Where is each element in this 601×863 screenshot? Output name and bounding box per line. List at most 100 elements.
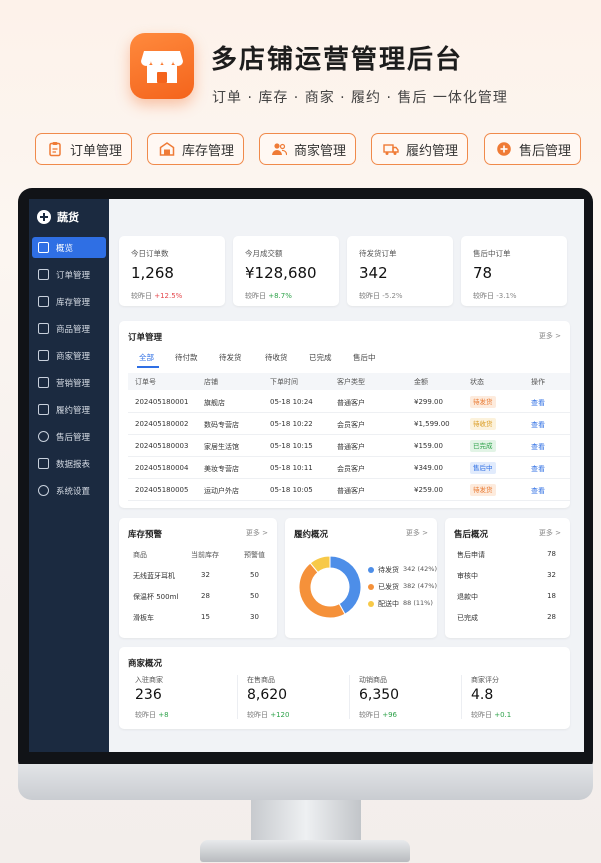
merchant-stat-value: 6,350 [359,687,400,703]
stat-value: 78 [473,264,493,282]
sidebar-item-orders[interactable]: 订单管理 [32,264,106,285]
legend-label: 待发货 [378,566,399,574]
home-icon [38,242,49,253]
feature-chip-inventory[interactable]: 库存管理 [147,133,244,165]
legend-swatch [368,601,374,607]
column-header: 当前库存 [191,551,219,559]
stat-compare: 较昨日 +12.5% [131,292,183,300]
column-header: 店铺 [204,378,218,386]
tab-after-sales[interactable]: 售后中 [353,352,376,363]
column-header: 状态 [470,378,484,386]
sidebar: 蔬货 概览 订单管理 库存管理 商品管理 商家管理 营销管理 履约管理 售后管理… [29,199,109,752]
order-time: 05-18 10:05 [270,486,313,494]
view-order-link[interactable]: 查看 [531,442,545,452]
feature-chip-after-sales[interactable]: 售后管理 [484,133,581,165]
users-icon [38,350,49,361]
view-order-link[interactable]: 查看 [531,464,545,474]
table-row[interactable]: 202405180001 旗舰店 05-18 10:24 普通客户 ¥299.00 待发货… [128,391,570,413]
legend-swatch [368,584,374,590]
feature-chip-label: 履约管理 [406,143,459,159]
sidebar-item-products[interactable]: 商品管理 [32,318,106,339]
view-order-link[interactable]: 查看 [531,486,545,496]
stat-compare: 较昨日 -3.1% [473,292,517,300]
order-time: 05-18 10:24 [270,398,313,406]
fulfillment-more-link[interactable]: 更多 > [406,528,428,538]
after-sales-value: 18 [547,592,556,600]
orders-more-link[interactable]: 更多 > [539,331,561,341]
feature-chip-label: 售后管理 [519,143,572,159]
feature-chip-label: 订单管理 [70,143,123,159]
order-amount: ¥259.00 [414,486,443,494]
store-logo-icon [130,33,194,99]
inventory-item-name: 无线蓝牙耳机 [133,572,175,580]
after-sales-label: 审核中 [457,572,478,580]
sidebar-brand[interactable]: 蔬货 [37,207,79,227]
feature-chip-label: 库存管理 [182,143,235,159]
tab-all[interactable]: 全部 [139,352,154,363]
merchant-divider [237,675,238,719]
sidebar-item-fulfillment[interactable]: 履约管理 [32,399,106,420]
after-sales-value: 28 [547,613,556,621]
order-id: 202405180004 [135,464,189,472]
merchant-stat-compare: 较昨日 +0.1 [471,711,512,719]
sidebar-item-reports[interactable]: 数据报表 [32,453,106,474]
inventory-warning-value: 30 [250,613,259,621]
legend-value: 382 (47%) [403,582,437,590]
sidebar-item-settings[interactable]: 系统设置 [32,480,106,501]
bag-icon [38,323,49,334]
status-badge: 售后中 [470,462,496,474]
after-sales-more-link[interactable]: 更多 > [539,528,561,538]
column-header: 预警值 [244,551,265,559]
brand-name: 蔬货 [57,211,79,224]
tab-pending-receipt[interactable]: 待收货 [265,352,288,363]
feature-chip-label: 商家管理 [294,143,347,159]
merchant-stat-compare: 较昨日 +96 [359,711,398,719]
bar-chart-icon [38,458,49,469]
table-row[interactable]: 202405180003 家居生活馆 05-18 10:15 普通客户 ¥159.00 已… [128,435,570,457]
stat-card-pending-shipment[interactable]: 待发货订单 342 较昨日 -5.2% [347,236,453,306]
merchant-stat-label: 入驻商家 [135,676,163,684]
merchant-divider [349,675,350,719]
table-row[interactable]: 202405180002 数码专营店 05-18 10:22 会员客户 ¥1,599.0… [128,413,570,435]
warehouse-icon [38,296,49,307]
fulfillment-donut-chart [298,555,362,619]
sidebar-item-overview[interactable]: 概览 [32,237,106,258]
sidebar-item-after-sales[interactable]: 售后管理 [32,426,106,447]
plus-circle-icon [495,140,513,158]
stat-card-gmv[interactable]: 今月成交额 ¥128,680 较昨日 +8.7% [233,236,339,306]
legend-label: 配送中 [378,600,399,608]
after-sales-label: 售后申请 [457,551,485,559]
order-id: 202405180003 [135,442,189,450]
feature-chip-merchants[interactable]: 商家管理 [259,133,356,165]
tab-completed[interactable]: 已完成 [309,352,332,363]
feature-chip-orders[interactable]: 订单管理 [35,133,132,165]
order-amount: ¥299.00 [414,398,443,406]
donut-slice-1 [298,562,346,619]
after-sales-value: 32 [547,571,556,579]
column-header: 下单时间 [270,378,298,386]
merchant-stat-compare: 较昨日 +8 [135,711,169,719]
sidebar-item-merchants[interactable]: 商家管理 [32,345,106,366]
stat-label: 今日订单数 [131,249,169,258]
dashboard-screen: 蔬货 概览 订单管理 库存管理 商品管理 商家管理 营销管理 履约管理 售后管理… [29,199,584,752]
sidebar-item-marketing[interactable]: 营销管理 [32,372,106,393]
table-row[interactable]: 202405180004 美妆专营店 05-18 10:11 会员客户 ¥349.00 售… [128,457,570,479]
inventory-more-link[interactable]: 更多 > [246,528,268,538]
orders-title: 订单管理 [128,333,163,343]
merchants-card: 商家概况 入驻商家 236 较昨日 +8 在售商品 8,620 较昨日 +120 动销商品 6… [119,647,570,729]
stat-card-after-sales[interactable]: 售后中订单 78 较昨日 -3.1% [461,236,567,306]
tab-pending-payment[interactable]: 待付款 [175,352,198,363]
merchant-stat-value: 4.8 [471,687,494,703]
table-row[interactable]: 202405180005 运动户外店 05-18 10:05 普通客户 ¥259.00 待… [128,479,570,501]
order-id: 202405180005 [135,486,189,494]
feature-chip-fulfillment[interactable]: 履约管理 [371,133,468,165]
sidebar-item-inventory[interactable]: 库存管理 [32,291,106,312]
view-order-link[interactable]: 查看 [531,420,545,430]
tab-pending-shipment[interactable]: 待发货 [219,352,242,363]
after-sales-label: 退款中 [457,593,478,601]
inventory-item-name: 保温杯 500ml [133,593,179,601]
merchant-stat-value: 236 [135,687,162,703]
view-order-link[interactable]: 查看 [531,398,545,408]
users-icon [270,140,288,158]
stat-card-orders-today[interactable]: 今日订单数 1,268 较昨日 +12.5% [119,236,225,306]
